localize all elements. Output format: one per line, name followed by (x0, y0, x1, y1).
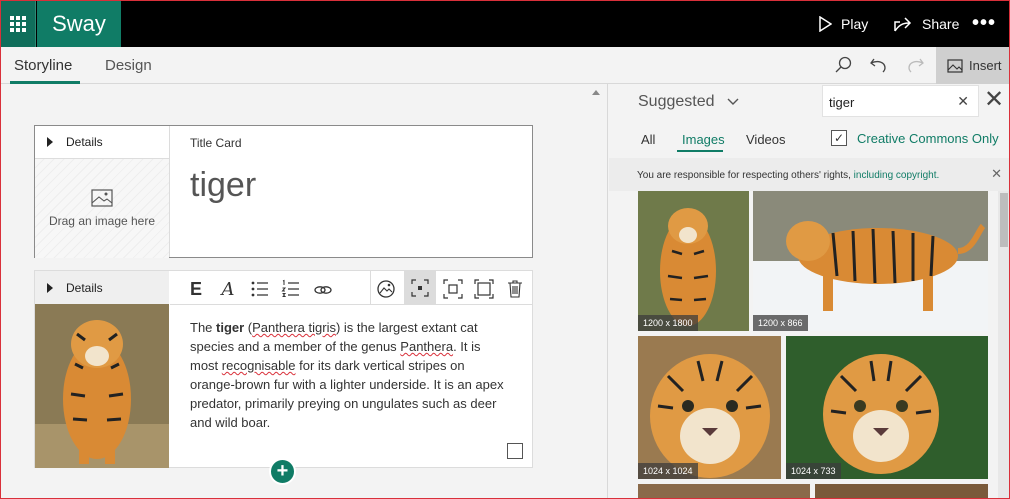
accent-button[interactable]: A (218, 279, 238, 300)
bullet-list-icon[interactable] (250, 279, 270, 299)
spellcheck-flag: Panthera tigris (252, 320, 336, 335)
rights-notice: You are responsible for respecting other… (609, 158, 1010, 191)
size-small-button[interactable] (404, 271, 436, 304)
image-result[interactable]: 1200 x 1800 (638, 191, 749, 331)
image-dimensions: 1024 x 733 (786, 463, 841, 479)
card-type-label: Title Card (190, 136, 242, 150)
image-icon (947, 58, 963, 73)
source-dropdown[interactable]: Suggested (638, 93, 739, 111)
tiger-photo (638, 336, 781, 479)
source-label: Suggested (638, 93, 715, 110)
waffle-icon (9, 15, 26, 32)
card-select-checkbox[interactable] (507, 443, 523, 459)
text-format-toolbar: E A (170, 271, 533, 305)
active-tab-indicator (677, 150, 723, 152)
scrollbar-thumb[interactable] (1000, 193, 1008, 247)
creative-commons-toggle[interactable]: ✓ Creative Commons Only (831, 130, 999, 146)
tab-videos[interactable]: Videos (746, 132, 786, 147)
bold-term: tiger (216, 320, 245, 335)
image-dimensions: 1024 x 1024 (638, 463, 698, 479)
image-drop-zone[interactable]: Drag an image here (35, 159, 169, 258)
image-dimensions: 1200 x 866 (753, 315, 808, 331)
share-icon (894, 16, 912, 31)
image-placeholder-icon (91, 189, 113, 207)
title-card[interactable]: Details Drag an image here Title Card ti… (34, 125, 533, 258)
tiger-photo (753, 191, 988, 331)
card-divider (169, 126, 170, 257)
image-result[interactable] (815, 484, 988, 499)
card-body-text[interactable]: The tiger (Panthera tigris) is the large… (190, 318, 510, 432)
details-label: Details (66, 280, 103, 295)
tab-all[interactable]: All (641, 132, 655, 147)
dismiss-notice-icon[interactable]: ✕ (991, 166, 1002, 182)
image-result[interactable]: 1024 x 733 (786, 336, 988, 479)
share-button[interactable]: Share (893, 0, 959, 47)
focus-point-icon[interactable] (376, 279, 396, 299)
search-icon[interactable] (833, 54, 855, 76)
redo-icon[interactable] (904, 54, 926, 76)
expand-icon (47, 137, 53, 147)
size-large-icon[interactable] (474, 279, 494, 299)
add-card-button[interactable]: + (269, 458, 296, 485)
top-bar: Sway Play Share ••• (0, 0, 1010, 47)
drop-hint: Drag an image here (48, 214, 156, 228)
spellcheck-flag: recognisable (221, 358, 296, 373)
spellcheck-flag: Panthera (400, 339, 454, 354)
size-small-icon (411, 278, 429, 297)
view-tab-bar: Storyline Design Insert (0, 47, 1010, 84)
insert-button[interactable]: Insert (936, 47, 1010, 84)
text-card-details-toggle[interactable]: Details (35, 271, 169, 304)
search-input[interactable]: tiger ✕ (822, 85, 979, 117)
toolbar-divider (370, 271, 371, 305)
image-result[interactable] (638, 484, 810, 499)
tab-images[interactable]: Images (682, 132, 725, 147)
undo-icon[interactable] (868, 54, 890, 76)
text-card[interactable]: Details E A The tiger (Panthera tigris) … (34, 270, 533, 468)
tiger-photo (638, 191, 749, 331)
size-medium-icon[interactable] (443, 279, 463, 299)
title-card-details-toggle[interactable]: Details (35, 126, 169, 159)
more-options-button[interactable]: ••• (972, 12, 996, 35)
share-label: Share (922, 15, 960, 32)
play-label: Play (841, 15, 869, 32)
app-launcher-button[interactable] (0, 0, 36, 47)
tab-storyline[interactable]: Storyline (14, 57, 72, 74)
insert-panel: Suggested tiger ✕ ✕ All Images Videos ✓ … (609, 84, 1010, 499)
image-dimensions: 1200 x 1800 (638, 315, 698, 331)
creative-commons-checkbox[interactable]: ✓ (831, 130, 847, 146)
chevron-down-icon (727, 98, 739, 105)
clear-search-icon[interactable]: ✕ (957, 93, 969, 110)
results-scrollbar[interactable] (998, 191, 1010, 499)
expand-icon (47, 282, 53, 293)
title-text[interactable]: tiger (190, 166, 256, 205)
link-icon[interactable] (313, 279, 333, 299)
play-icon (819, 15, 832, 32)
image-result[interactable]: 1200 x 866 (753, 191, 988, 331)
numbered-list-icon[interactable] (281, 279, 301, 299)
image-result[interactable]: 1024 x 1024 (638, 336, 781, 479)
copyright-link[interactable]: including copyright. (854, 170, 940, 181)
delete-icon[interactable] (505, 279, 525, 299)
details-label: Details (66, 135, 103, 149)
search-value: tiger (829, 95, 855, 110)
close-panel-icon[interactable]: ✕ (984, 88, 1004, 112)
emphasis-button[interactable]: E (186, 279, 206, 299)
notice-text: You are responsible for respecting other… (637, 170, 854, 181)
tab-design[interactable]: Design (105, 57, 152, 74)
tiger-photo (786, 336, 988, 479)
app-name[interactable]: Sway (37, 0, 121, 47)
scroll-up-icon[interactable] (592, 90, 600, 95)
tiger-photo (35, 304, 169, 468)
insert-label: Insert (969, 58, 1002, 73)
tiger-image[interactable] (35, 304, 169, 468)
creative-commons-label: Creative Commons Only (857, 130, 999, 146)
play-button[interactable]: Play (818, 0, 868, 47)
